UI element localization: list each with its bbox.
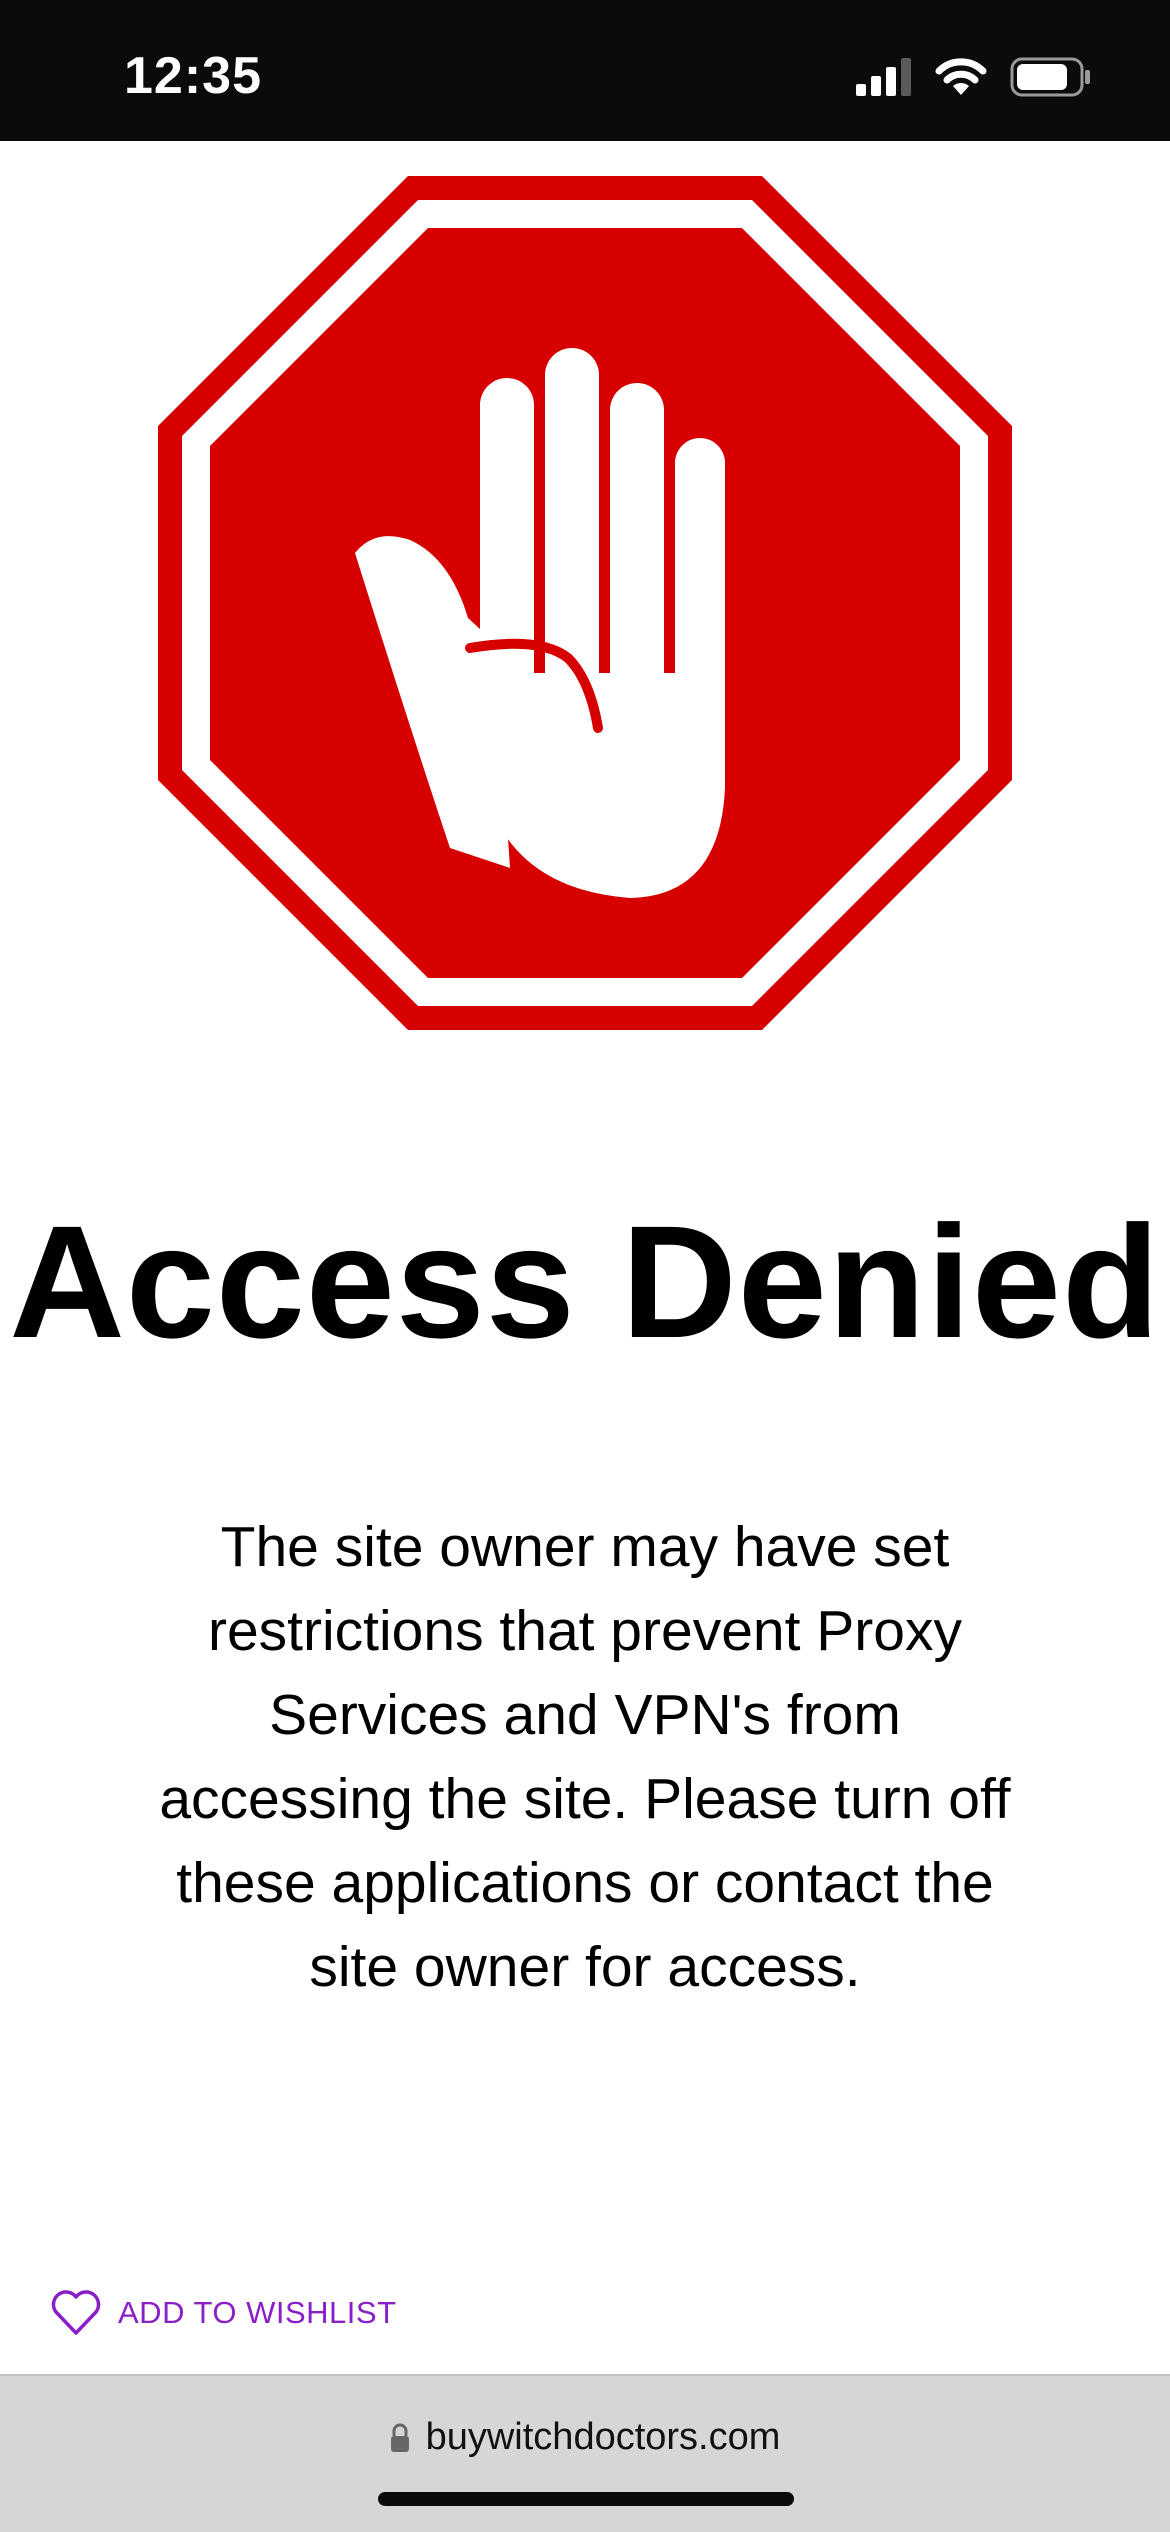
battery-icon [1010,57,1090,97]
status-bar: 12:35 [0,0,1170,141]
message-line: Services and VPN's from [269,1683,901,1747]
add-to-wishlist-button[interactable]: ADD TO WISHLIST [50,2288,397,2338]
heart-icon [51,2290,101,2335]
wishlist-label: ADD TO WISHLIST [118,2295,397,2330]
stop-hand-icon [158,176,1012,1030]
wifi-icon [935,58,987,95]
cellular-signal-icon [856,58,911,96]
page-title: Access Denied [9,1192,1161,1371]
status-time: 12:35 [124,47,262,105]
message-line: restrictions that prevent Proxy [208,1599,962,1663]
home-indicator[interactable] [378,2492,794,2506]
message-line: these applications or contact the [176,1851,994,1915]
url-text: buywitchdoctors.com [425,2416,781,2458]
status-icons [856,56,1092,98]
browser-url-bar[interactable]: buywitchdoctors.com [0,2374,1170,2532]
message-line: The site owner may have set [220,1515,950,1579]
lock-icon [390,2423,409,2452]
access-denied-message: The site owner may have set restrictions… [120,1505,1050,2009]
message-line: accessing the site. Please turn off [159,1767,1011,1831]
message-line: site owner for access. [309,1935,861,1999]
url-display[interactable]: buywitchdoctors.com [0,2416,1170,2459]
